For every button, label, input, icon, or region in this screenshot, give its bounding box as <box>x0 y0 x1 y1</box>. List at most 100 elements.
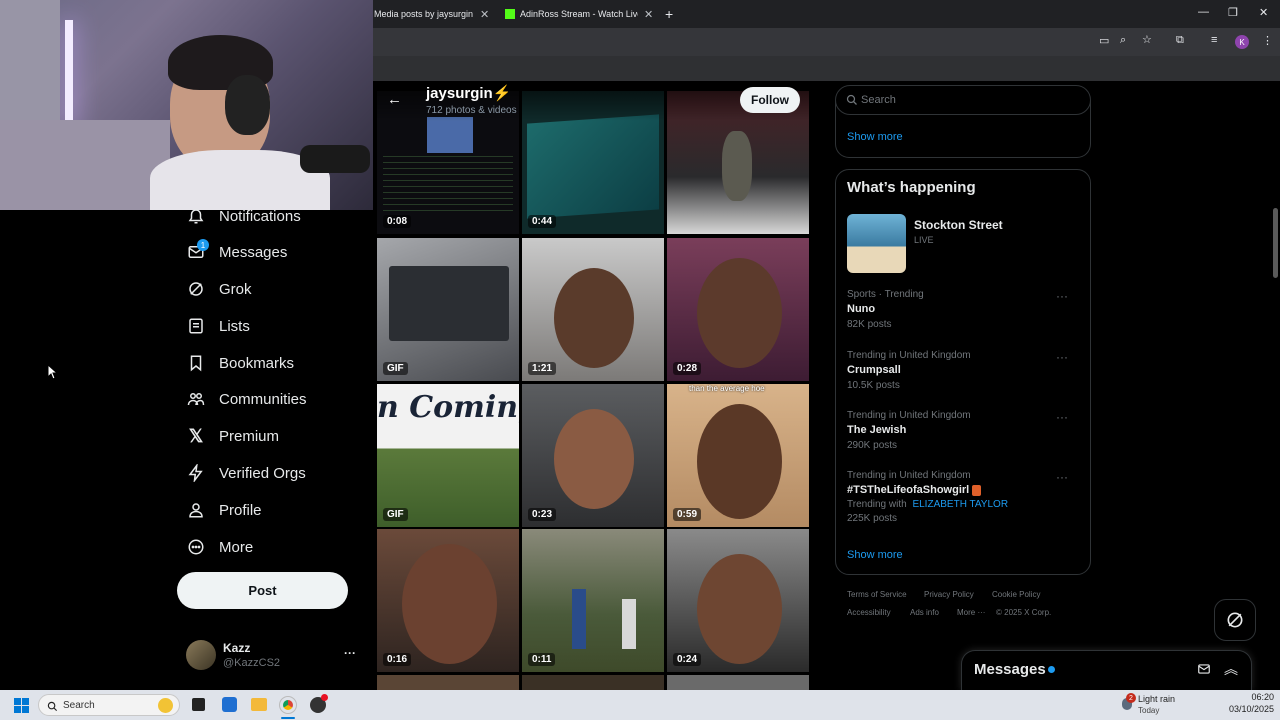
chrome-icon[interactable] <box>279 696 297 714</box>
footer-link[interactable]: Privacy Policy <box>924 590 974 599</box>
media-tile[interactable]: 0:23 <box>522 384 664 527</box>
post-button[interactable]: Post <box>177 572 348 609</box>
media-tile[interactable] <box>667 675 809 690</box>
close-tab-icon[interactable]: ✕ <box>644 8 653 21</box>
sidebar-item-communities[interactable]: Communities <box>186 384 307 414</box>
show-more-link[interactable]: Show more <box>847 131 903 143</box>
trend-more-icon[interactable]: ··· <box>1056 350 1068 364</box>
footer-link[interactable]: More ··· <box>957 608 985 617</box>
search-highlight-icon <box>158 698 173 713</box>
media-tile[interactable] <box>377 675 519 690</box>
back-arrow-icon[interactable]: ← <box>387 91 402 108</box>
trend-more-icon[interactable]: ··· <box>1056 470 1068 484</box>
footer-link[interactable]: Terms of Service <box>847 590 907 599</box>
media-tile[interactable]: GIF <box>377 238 519 381</box>
trend-meta: Trending in United Kingdom <box>847 410 971 421</box>
sidebar-item-more[interactable]: More <box>186 532 253 562</box>
trend-more-icon[interactable]: ··· <box>1056 410 1068 424</box>
close-window-button[interactable]: ✕ <box>1259 6 1268 19</box>
messages-drawer[interactable]: Messages ︽ <box>961 650 1252 690</box>
follow-button[interactable]: Follow <box>740 87 800 113</box>
sidebar-item-label: Bookmarks <box>219 354 295 372</box>
tile-thumb <box>427 117 473 153</box>
tab-media-posts[interactable]: Media posts by jaysurgin⚡ ✕ <box>374 0 499 28</box>
live-event-title: Stockton Street <box>914 218 1003 232</box>
media-tile[interactable]: than the average hoe 0:59 <box>667 384 809 527</box>
trend-posts: 10.5K posts <box>847 380 900 391</box>
store-icon[interactable] <box>222 697 237 712</box>
headphones-icon <box>225 75 270 135</box>
new-tab-button[interactable]: + <box>665 0 673 28</box>
profile-avatar[interactable]: K <box>1235 35 1249 49</box>
mouse-cursor-icon <box>47 363 59 385</box>
grok-floating-button[interactable] <box>1214 599 1256 641</box>
trend-with-link[interactable]: ELIZABETH TAYLOR <box>912 499 1008 510</box>
weather-widget[interactable]: 2 Light rain Today <box>1122 692 1212 718</box>
tile-screen <box>527 114 659 219</box>
sidebar-item-premium[interactable]: 𝕏 Premium <box>186 421 279 451</box>
trend-item[interactable]: Trending in United Kingdom #TSTheLifeofa… <box>847 470 1080 532</box>
footer-link[interactable]: Cookie Policy <box>992 590 1040 599</box>
clock[interactable]: 06:20 03/10/2025 <box>1222 692 1274 718</box>
footer-link[interactable]: Ads info <box>910 608 939 617</box>
sidebar-item-messages[interactable]: 1 Messages <box>186 237 287 267</box>
sidebar-item-bookmarks[interactable]: Bookmarks <box>186 348 294 378</box>
menu-icon[interactable]: ⋮ <box>1262 34 1273 47</box>
tile-face <box>697 404 782 519</box>
media-duration-label: 0:44 <box>528 215 557 228</box>
tab-title: AdinRoss Stream - Watch Live o <box>520 9 638 19</box>
file-explorer-icon[interactable] <box>251 698 267 711</box>
whats-happening-module: What’s happening Stockton Street LIVE Sp… <box>835 169 1091 575</box>
media-duration-label: 0:08 <box>383 215 412 228</box>
tab-title: Media posts by jaysurgin⚡ <box>374 8 474 19</box>
chrome-active-indicator <box>281 717 295 719</box>
media-tile[interactable] <box>522 675 664 690</box>
wall-panel <box>0 0 60 120</box>
sidebar-item-grok[interactable]: Grok <box>186 274 252 304</box>
windows-taskbar: Search 2 Light rain Today 06:20 03/10/20… <box>0 690 1280 720</box>
list-icon <box>186 316 206 336</box>
windows-start-icon[interactable] <box>14 698 29 713</box>
media-tile[interactable]: 0:24 <box>667 529 809 672</box>
tile-screen-text <box>383 151 513 211</box>
sidebar-item-verified-orgs[interactable]: Verified Orgs <box>186 458 306 488</box>
sidebar-item-profile[interactable]: Profile <box>186 495 262 525</box>
account-more-icon[interactable]: ··· <box>344 646 356 660</box>
account-switcher[interactable]: Kazz @KazzCS2 ··· <box>186 640 361 676</box>
trend-item[interactable]: Trending in United Kingdom The Jewish 29… <box>847 410 1080 458</box>
bed <box>0 120 170 210</box>
new-message-icon[interactable] <box>1197 662 1211 681</box>
restore-button[interactable]: ❐ <box>1228 6 1238 19</box>
task-view-icon[interactable] <box>192 698 205 711</box>
page-scrollbar[interactable] <box>1271 81 1280 690</box>
bookmark-star-icon[interactable]: ☆ <box>1142 33 1152 46</box>
tab-adinross-stream[interactable]: AdinRoss Stream - Watch Live o ✕ <box>505 0 655 28</box>
media-tile[interactable]: n Coming! GIF <box>377 384 519 527</box>
media-control-icon[interactable]: ≡ <box>1211 34 1217 46</box>
media-count: 712 photos & videos <box>426 105 517 116</box>
live-event-status: LIVE <box>914 235 934 245</box>
close-tab-icon[interactable]: ✕ <box>480 8 489 21</box>
sidebar-item-notifications[interactable]: Notifications <box>186 201 301 231</box>
minimize-button[interactable]: — <box>1198 6 1209 18</box>
tile-caption: than the average hoe <box>689 384 765 393</box>
taskbar-search-input[interactable]: Search <box>38 694 180 716</box>
scrollbar-thumb[interactable] <box>1273 208 1278 278</box>
trend-item[interactable]: Sports · Trending Nuno 82K posts ··· <box>847 289 1080 337</box>
people-icon <box>186 389 206 409</box>
sidebar-item-lists[interactable]: Lists <box>186 311 250 341</box>
install-app-icon[interactable]: ▭ <box>1099 34 1109 47</box>
media-duration-label: 0:59 <box>673 508 702 521</box>
live-event[interactable]: Stockton Street LIVE <box>847 214 1077 274</box>
extensions-icon[interactable]: ⧉ <box>1176 34 1184 47</box>
media-tile[interactable]: 0:11 <box>522 529 664 672</box>
show-more-link[interactable]: Show more <box>847 549 903 561</box>
trend-more-icon[interactable]: ··· <box>1056 289 1068 303</box>
media-tile[interactable]: 0:28 <box>667 238 809 381</box>
zoom-icon[interactable]: ⌕ <box>1120 34 1126 47</box>
trend-item[interactable]: Trending in United Kingdom Crumpsall 10.… <box>847 350 1080 398</box>
media-tile[interactable]: 1:21 <box>522 238 664 381</box>
footer-link[interactable]: Accessibility <box>847 608 891 617</box>
expand-icon[interactable]: ︽ <box>1224 659 1238 679</box>
media-tile[interactable]: 0:16 <box>377 529 519 672</box>
